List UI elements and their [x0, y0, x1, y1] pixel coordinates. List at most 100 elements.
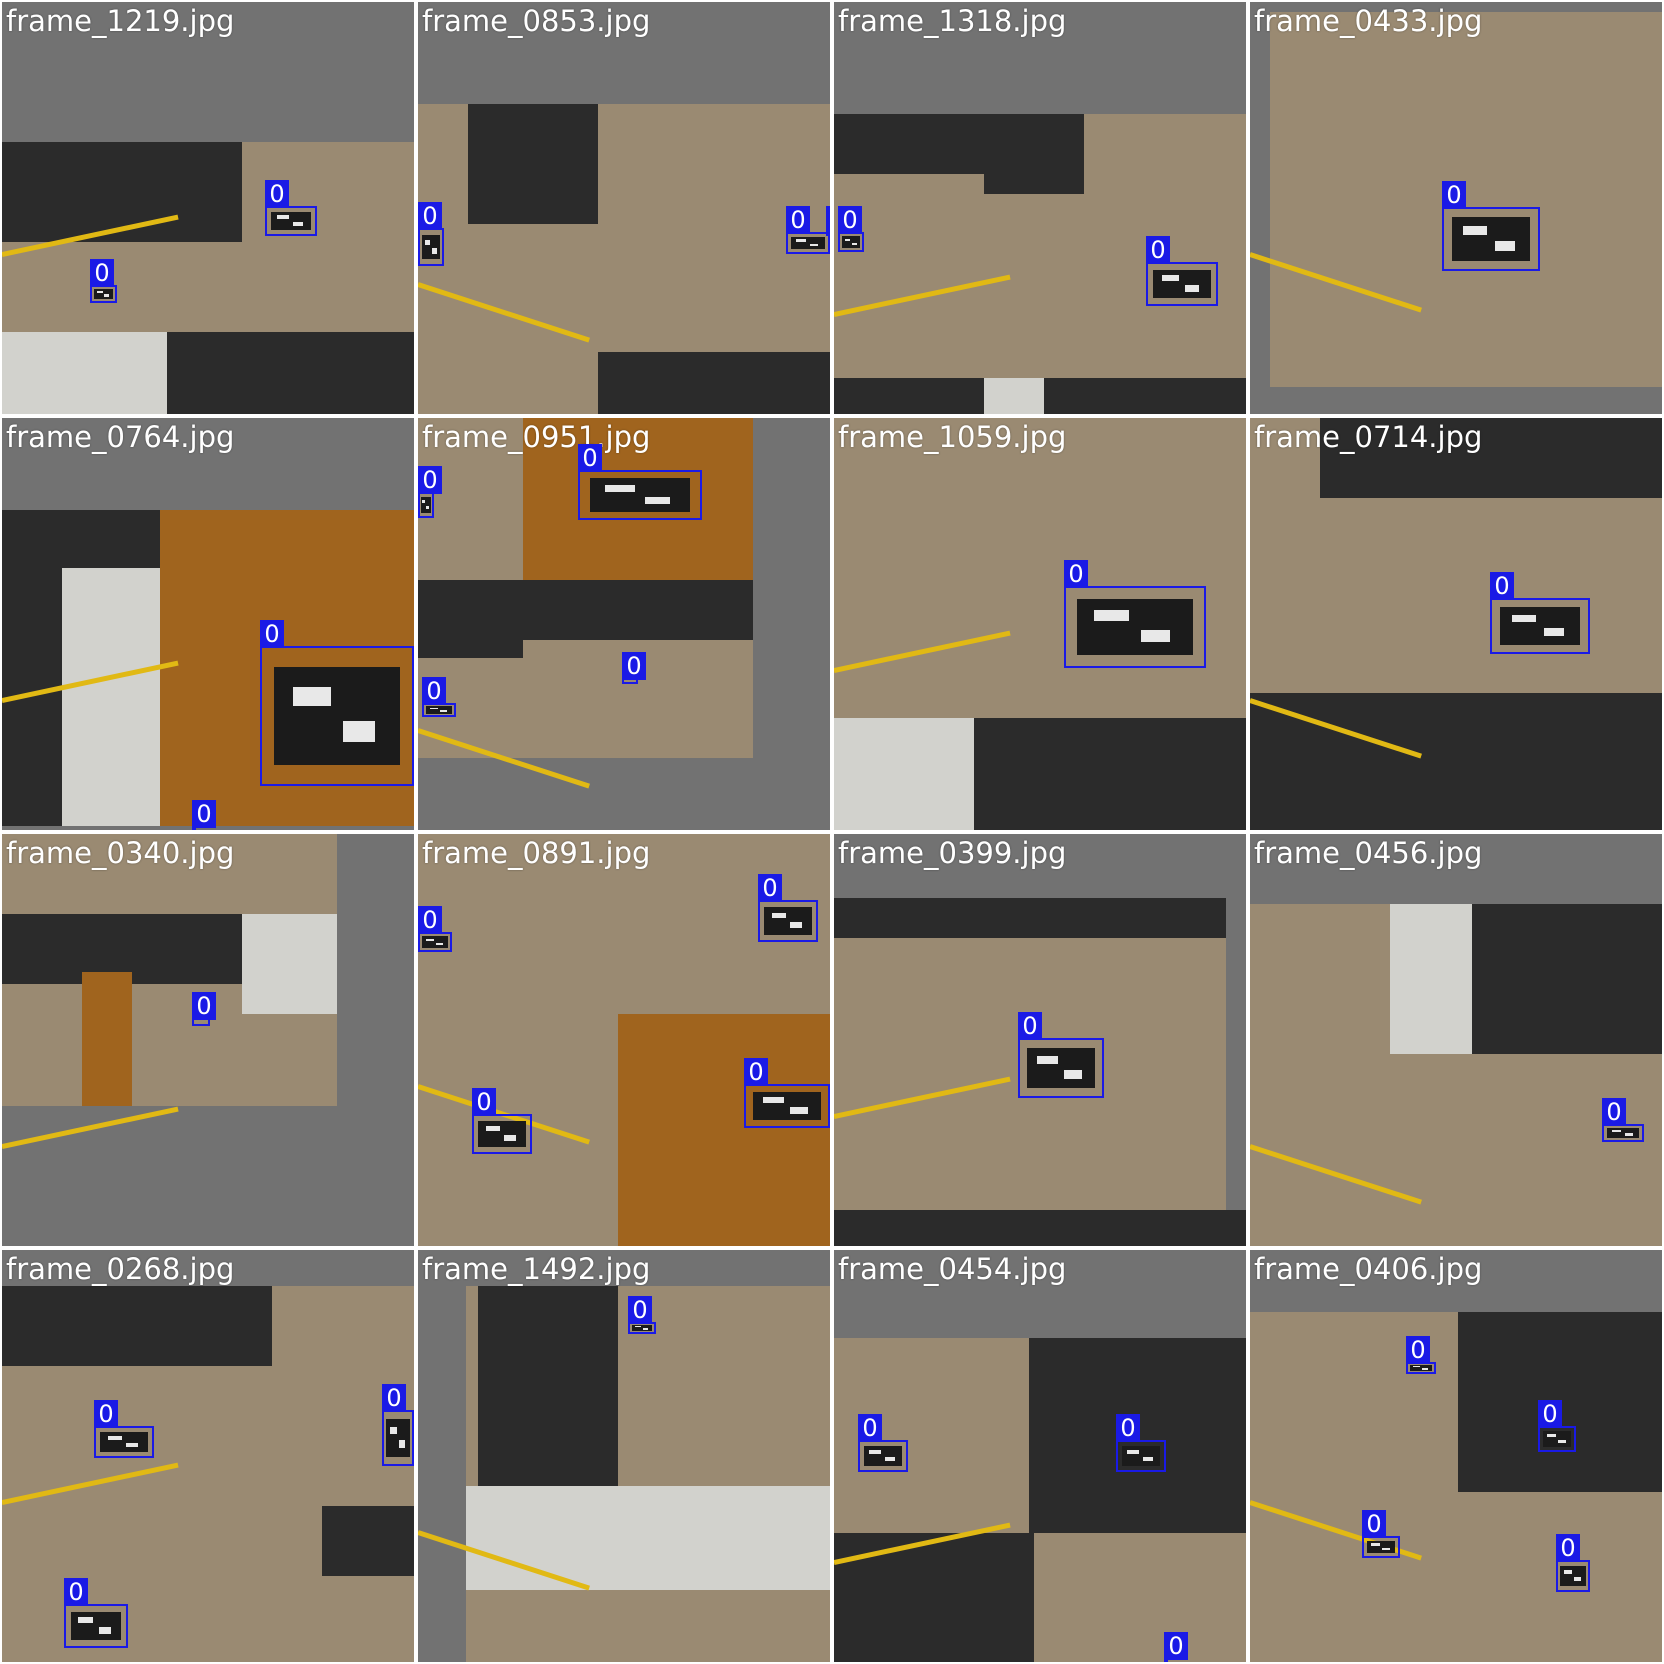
aruco-marker [426, 706, 452, 714]
class-label: 0 [628, 1296, 652, 1324]
aruco-marker [270, 211, 312, 231]
aruco-marker [1366, 1540, 1396, 1554]
frame-filename-label: frame_0714.jpg [1254, 420, 1483, 454]
mosaic-grid: frame_1219.jpg00frame_0853.jpg000frame_1… [0, 0, 1664, 1664]
detection-box: 0 [628, 1296, 656, 1334]
aruco-marker [1410, 1365, 1432, 1371]
frame-filename-label: frame_0433.jpg [1254, 4, 1483, 38]
aruco-marker [589, 478, 691, 512]
class-label: 0 [1556, 1534, 1580, 1562]
mosaic-tile: frame_0456.jpg 0 [1250, 834, 1662, 1246]
image-region [834, 1210, 1246, 1246]
mosaic-tile: frame_1318.jpg 0 0 [834, 2, 1246, 414]
detection-box: 0 [1490, 572, 1590, 654]
image-region [242, 142, 414, 332]
detection-box: 0 [1538, 1400, 1576, 1452]
detection-box: 0 [1406, 1336, 1436, 1374]
aruco-marker [421, 234, 441, 260]
image-region [834, 1533, 1034, 1662]
class-label: 0 [382, 1384, 406, 1412]
class-label: 0 [622, 652, 646, 680]
class-label: 0 [64, 1578, 88, 1606]
detection-box: 0 [418, 202, 444, 266]
frame-filename-label: frame_0764.jpg [6, 420, 235, 454]
detection-box: 0 [1602, 1098, 1644, 1142]
image-region [2, 242, 242, 332]
floor-tape [2, 1106, 179, 1149]
image-region [1390, 904, 1472, 1054]
class-label: 0 [1538, 1400, 1562, 1428]
class-label: 0 [786, 206, 810, 234]
frame-filename-label: frame_0951.jpg [422, 420, 651, 454]
image-region [523, 580, 753, 640]
class-label: 0 [1442, 181, 1466, 209]
image-region [478, 1286, 618, 1486]
detection-box: 0 [1018, 1012, 1104, 1098]
image-region [618, 1014, 830, 1246]
frame-filename-label: frame_0268.jpg [6, 1252, 235, 1286]
mosaic-tile: frame_0406.jpg 0 0 0 0 [1250, 1250, 1662, 1662]
detection-box: 0 [260, 620, 414, 786]
class-label: 0 [858, 1414, 882, 1442]
frame-filename-label: frame_1059.jpg [838, 420, 1067, 454]
frame-filename-label: frame_0853.jpg [422, 4, 651, 38]
image-region [834, 898, 1226, 938]
frame-filename-label: frame_0340.jpg [6, 836, 235, 870]
image-region [2, 1506, 272, 1662]
detection-box: 0 [1442, 181, 1540, 271]
class-label: 0 [90, 259, 114, 287]
aruco-marker [422, 936, 448, 948]
detection-box: 0 [472, 1088, 532, 1154]
class-label: 0 [1018, 1012, 1042, 1040]
aruco-marker [1607, 1127, 1639, 1139]
mosaic-tile: frame_0764.jpg 0 0 [2, 418, 414, 830]
mosaic-tile: frame_0891.jpg 0 0 0 0 [418, 834, 830, 1246]
image-region [1250, 418, 1320, 693]
frame-filename-label: frame_1318.jpg [838, 4, 1067, 38]
class-label: 0 [1164, 1632, 1188, 1660]
class-label: 0 [192, 992, 216, 1020]
detection-box: 0 [418, 466, 442, 518]
class-label: 0 [192, 800, 216, 828]
image-region [2, 1286, 272, 1366]
frame-filename-label: frame_0891.jpg [422, 836, 651, 870]
class-label: 0 [1490, 572, 1514, 600]
aruco-marker [631, 1325, 653, 1331]
aruco-marker [478, 1121, 526, 1147]
aruco-marker [752, 1091, 822, 1121]
image-region [1250, 904, 1390, 1246]
detection-box: 0 [786, 206, 830, 254]
detection-box: 0 [826, 206, 830, 236]
mosaic-tile: frame_0454.jpg 0 0 0 [834, 1250, 1246, 1662]
class-label: 0 [578, 444, 602, 472]
image-region [242, 914, 337, 1014]
mosaic-tile: frame_0268.jpg 0 0 0 [2, 1250, 414, 1662]
class-label: 0 [472, 1088, 496, 1116]
class-label: 0 [260, 620, 284, 648]
mosaic-tile: frame_0340.jpg 0 [2, 834, 414, 1246]
image-region [834, 418, 1246, 718]
aruco-marker [1153, 269, 1211, 299]
image-region [322, 1506, 414, 1576]
class-label: 0 [1362, 1510, 1386, 1538]
aruco-marker [863, 1445, 903, 1467]
aruco-marker [70, 1611, 122, 1641]
class-label: 0 [418, 906, 442, 934]
image-region [834, 114, 984, 174]
class-label: 0 [1406, 1336, 1430, 1364]
detection-box: 0 [94, 1400, 154, 1458]
aruco-marker [386, 1419, 410, 1457]
aruco-marker [274, 667, 400, 765]
detection-box: 0 [1064, 560, 1206, 668]
detection-box: 0 [422, 677, 456, 717]
detection-box: 0 [265, 180, 317, 236]
class-label: 0 [758, 874, 782, 902]
mosaic-tile: frame_1492.jpg 0 [418, 1250, 830, 1662]
detection-box: 0 [744, 1058, 830, 1128]
image-region [984, 114, 1084, 194]
detection-box: 0 [578, 444, 702, 520]
detection-box: 0 [64, 1578, 128, 1648]
aruco-marker [100, 1431, 148, 1453]
image-region [1270, 12, 1662, 387]
frame-filename-label: frame_0399.jpg [838, 836, 1067, 870]
